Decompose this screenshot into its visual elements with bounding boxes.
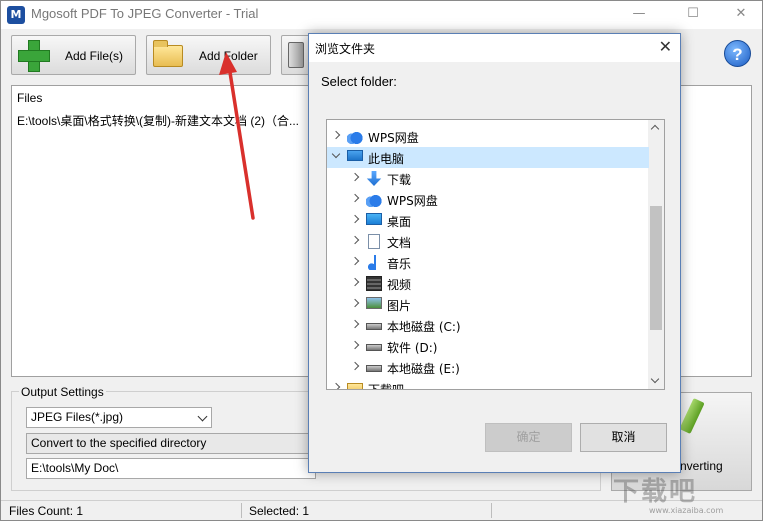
annotation-arrow — [219, 52, 255, 220]
